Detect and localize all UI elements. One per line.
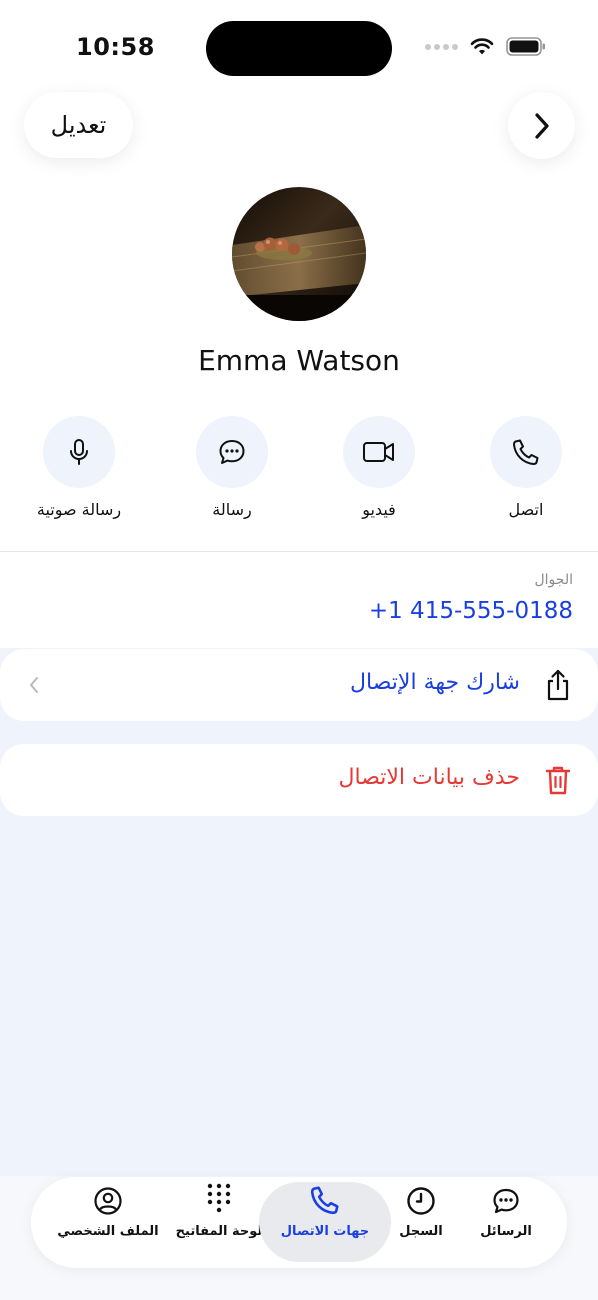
- share-contact-label: شارك جهة الإتصال: [350, 670, 520, 695]
- tab-keypad-label: لوحة المفاتيح: [175, 1224, 263, 1239]
- back-button[interactable]: [508, 92, 575, 159]
- contact-avatar: [232, 187, 366, 321]
- edit-button[interactable]: تعديل: [24, 92, 133, 158]
- mobile-number-section[interactable]: الجوال +1 415-555-0188: [0, 552, 598, 648]
- profile-icon: [94, 1187, 122, 1215]
- chat-bubble-icon: [493, 1188, 519, 1214]
- tab-profile[interactable]: الملف الشخصي: [56, 1182, 160, 1262]
- trash-icon: [540, 762, 576, 798]
- tab-contacts[interactable]: جهات الاتصال: [259, 1182, 391, 1262]
- message-label: رسالة: [212, 500, 252, 519]
- tab-profile-label: الملف الشخصي: [57, 1224, 159, 1239]
- message-action[interactable]: رسالة: [172, 416, 292, 519]
- tab-history-label: السجل: [399, 1224, 443, 1239]
- keypad-icon: [207, 1183, 231, 1213]
- tab-contacts-label: جهات الاتصال: [280, 1224, 370, 1239]
- clock-icon: [407, 1187, 435, 1215]
- status-icons: [425, 37, 546, 56]
- chevron-left-icon: [30, 677, 38, 693]
- video-action[interactable]: فيديو: [319, 416, 439, 519]
- mobile-number[interactable]: +1 415-555-0188: [369, 598, 573, 624]
- share-icon: [540, 667, 576, 703]
- battery-icon: [506, 37, 545, 56]
- signal-icon: [425, 43, 458, 50]
- tab-messages-label: الرسائل: [480, 1224, 532, 1239]
- phone-icon: [513, 439, 539, 465]
- status-time: 10:58: [76, 33, 155, 61]
- call-action[interactable]: اتصل: [466, 416, 586, 519]
- voicemail-button[interactable]: [43, 416, 115, 488]
- message-bubble-icon: [219, 440, 245, 464]
- wifi-icon: [470, 37, 494, 54]
- call-label: اتصل: [508, 500, 544, 519]
- video-button[interactable]: [343, 416, 415, 488]
- video-camera-icon: [363, 442, 394, 462]
- call-button[interactable]: [490, 416, 562, 488]
- message-button[interactable]: [196, 416, 268, 488]
- delete-contact-label: حذف بيانات الاتصال: [338, 765, 521, 790]
- video-label: فيديو: [362, 500, 396, 519]
- tab-messages[interactable]: الرسائل: [468, 1182, 544, 1262]
- tab-history[interactable]: السجل: [392, 1182, 450, 1262]
- mic-icon: [70, 439, 88, 465]
- share-contact-row[interactable]: شارك جهة الإتصال: [0, 649, 598, 721]
- phone-icon: [310, 1186, 339, 1215]
- chevron-right-icon: [534, 112, 549, 139]
- contact-name: Emma Watson: [198, 344, 400, 377]
- voicemail-label: رسالة صوتية: [36, 500, 122, 519]
- dynamic-island: [206, 21, 392, 76]
- mobile-label: الجوال: [534, 572, 574, 588]
- voicemail-action[interactable]: رسالة صوتية: [19, 416, 139, 519]
- delete-contact-row[interactable]: حذف بيانات الاتصال: [0, 744, 598, 816]
- tab-keypad[interactable]: لوحة المفاتيح: [172, 1182, 266, 1262]
